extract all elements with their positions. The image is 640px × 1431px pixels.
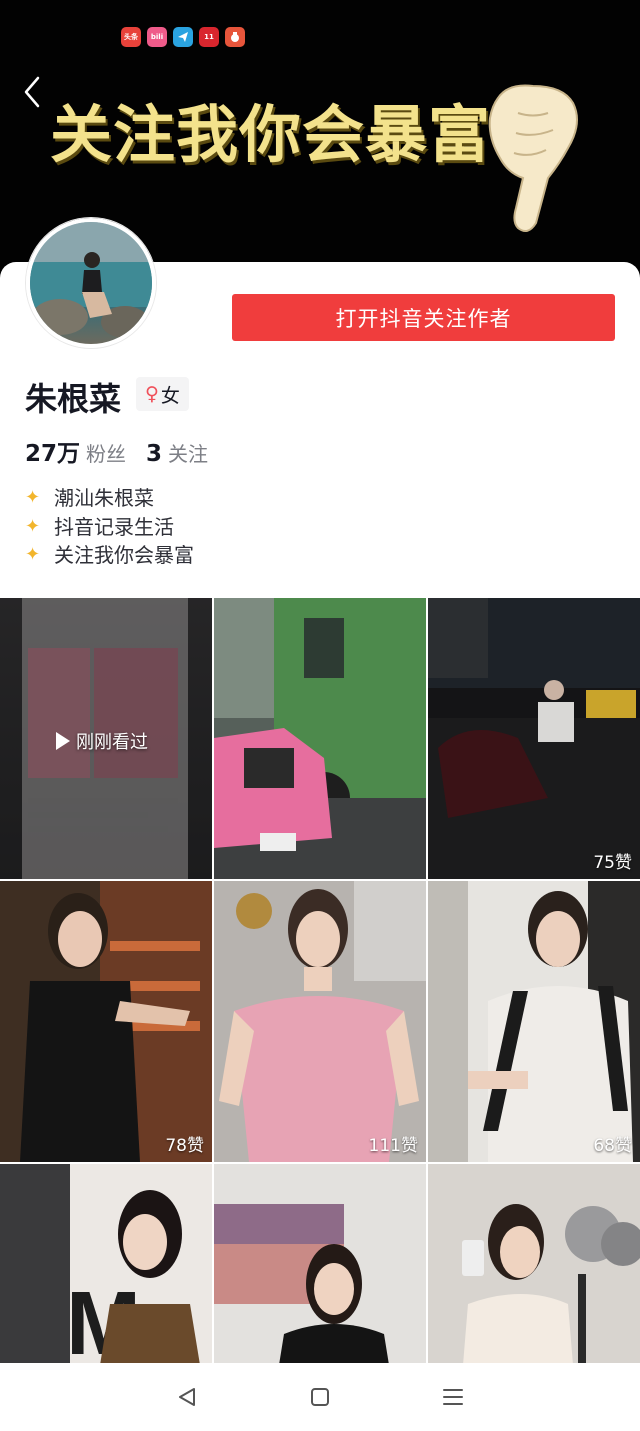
open-douyin-follow-button[interactable]: 打开抖音关注作者 bbox=[232, 294, 615, 341]
video-tile[interactable]: 78赞 bbox=[0, 881, 212, 1162]
followers-label: 粉丝 bbox=[86, 442, 127, 466]
followers-count: 27万 bbox=[25, 441, 81, 467]
watched-label: 刚刚看过 bbox=[76, 732, 148, 753]
banner-title: 关注我你会暴富 bbox=[50, 98, 492, 171]
bio-line: ✦ 潮汕朱根菜 bbox=[25, 484, 194, 513]
profile-stats: 27万 粉丝 3 关注 bbox=[25, 434, 208, 468]
profile-name: 朱根菜 bbox=[25, 380, 122, 418]
hamburger-menu-icon bbox=[443, 1389, 464, 1405]
video-tile[interactable]: 75赞 bbox=[428, 598, 640, 879]
video-tile[interactable]: 111赞 bbox=[214, 881, 426, 1162]
toutiao-icon: 头条 bbox=[121, 27, 141, 47]
bio-line: ✦ 抖音记录生活 bbox=[25, 513, 194, 542]
avatar[interactable] bbox=[26, 218, 156, 348]
status-bar-icons: 头条 bili 11 bbox=[121, 27, 245, 47]
sparkle-star-icon: ✦ bbox=[25, 515, 41, 537]
nav-home-button[interactable] bbox=[300, 1377, 340, 1417]
recently-watched-badge: 刚刚看过 bbox=[56, 728, 148, 754]
back-button[interactable] bbox=[18, 72, 48, 112]
bio-text: 潮汕朱根菜 bbox=[54, 486, 154, 510]
play-icon bbox=[56, 732, 70, 750]
like-count: 111赞 bbox=[368, 1136, 418, 1156]
red-app-icon bbox=[225, 27, 245, 47]
telegram-icon bbox=[173, 27, 193, 47]
gender-label: 女 bbox=[160, 384, 180, 407]
video-tile[interactable]: 68赞 bbox=[428, 881, 640, 1162]
nav-menu-button[interactable] bbox=[433, 1377, 473, 1417]
chevron-left-icon bbox=[24, 76, 40, 108]
sparkle-star-icon: ✦ bbox=[25, 544, 41, 565]
bilibili-icon: bili bbox=[147, 27, 167, 47]
female-icon: ♀ bbox=[145, 383, 159, 405]
like-count: 68赞 bbox=[593, 1136, 632, 1156]
gender-badge: ♀ 女 bbox=[136, 377, 189, 411]
system-nav-bar bbox=[0, 1363, 640, 1431]
like-count: 75赞 bbox=[593, 853, 632, 873]
following-count: 3 bbox=[146, 441, 163, 467]
bio-text: 抖音记录生活 bbox=[54, 514, 174, 539]
video-grid: 刚刚看过 75赞 78赞 111赞 68赞 M bbox=[0, 598, 640, 1431]
video-tile[interactable] bbox=[214, 598, 426, 879]
pointing-hand-icon bbox=[488, 84, 578, 233]
profile-bio: ✦ 潮汕朱根菜 ✦ 抖音记录生活 ✦ 关注我你会暴富 bbox=[25, 484, 194, 570]
bio-text: 关注我你会暴富 bbox=[54, 543, 194, 567]
sparkle-star-icon: ✦ bbox=[25, 487, 41, 508]
bio-line: ✦ 关注我你会暴富 bbox=[25, 541, 194, 570]
video-tile[interactable]: 刚刚看过 bbox=[0, 598, 212, 879]
triangle-back-icon bbox=[178, 1388, 195, 1406]
like-count: 78赞 bbox=[165, 1136, 204, 1156]
nav-back-button[interactable] bbox=[167, 1377, 207, 1417]
square-home-icon bbox=[310, 1388, 329, 1406]
taobao-icon: 11 bbox=[199, 27, 219, 47]
following-label: 关注 bbox=[168, 442, 209, 466]
